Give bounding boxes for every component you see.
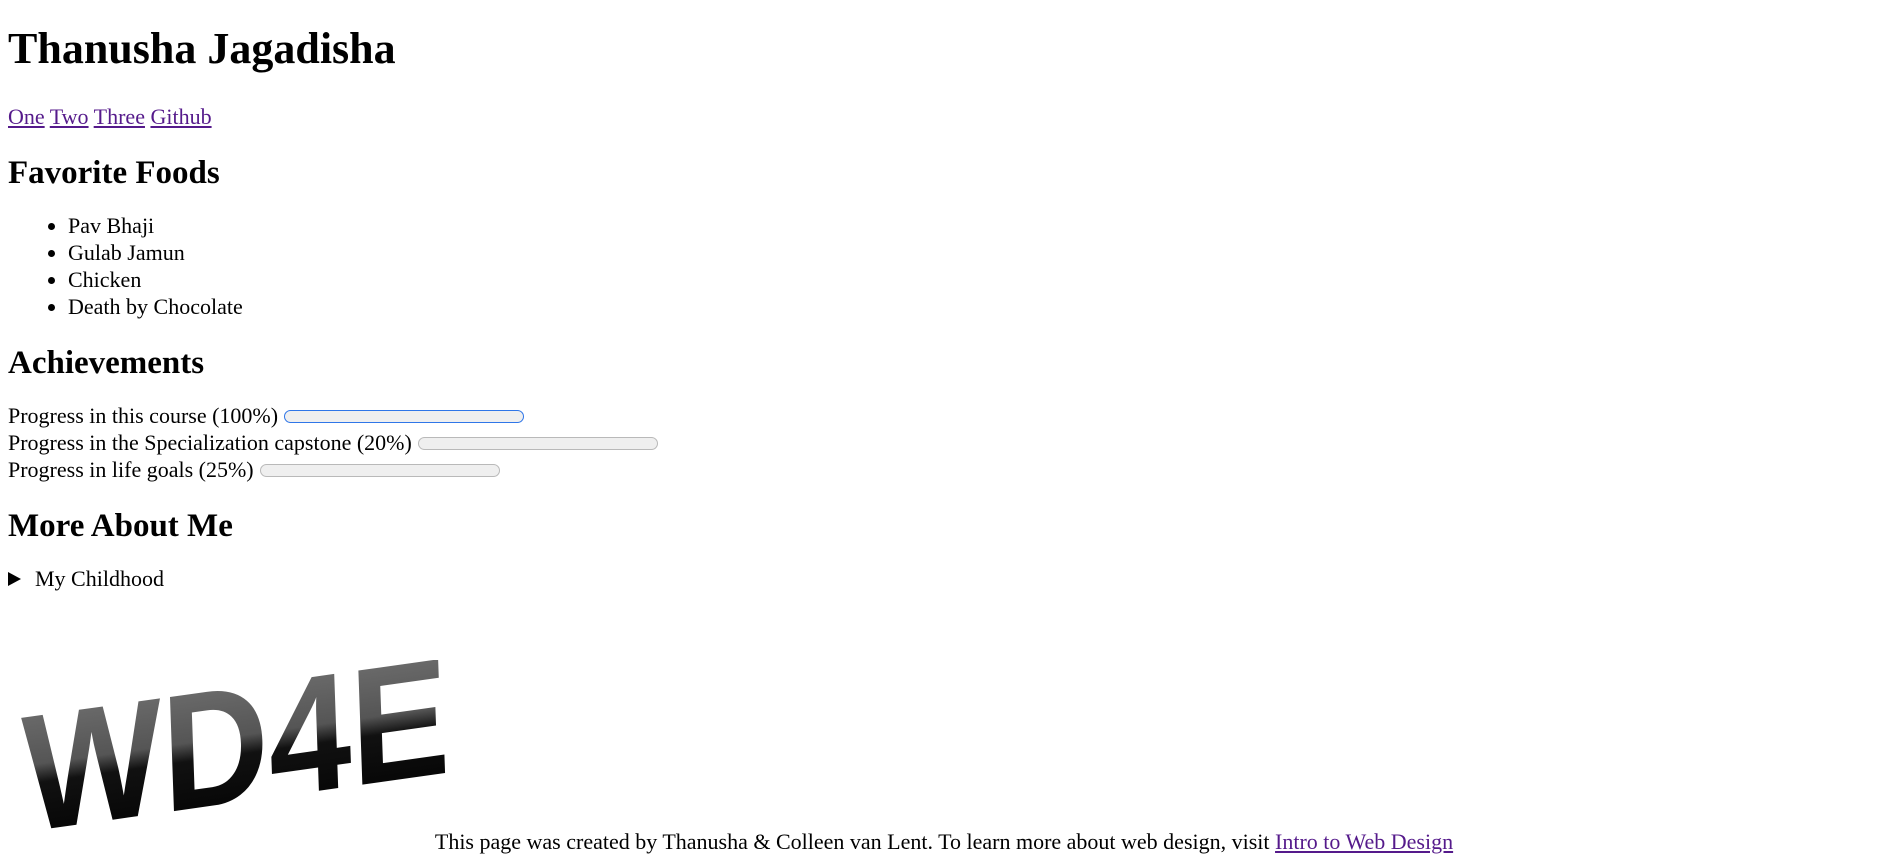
achievement-row: Progress in life goals (25%) (8, 456, 1888, 483)
list-item: Gulab Jamun (68, 239, 1888, 266)
achievement-label: Progress in the Specialization capstone … (8, 430, 412, 455)
achievements-heading: Achievements (8, 345, 205, 381)
footer-text: This page was created by Thanusha & Coll… (434, 829, 1270, 854)
footer-link-intro-web-design[interactable]: Intro to Web Design (1275, 829, 1453, 854)
wd4e-logo: WD4E (20, 660, 452, 850)
childhood-disclosure[interactable]: My Childhood (8, 565, 1888, 592)
achievement-label: Progress in life goals (25%) (8, 457, 254, 482)
logo-text: WD4E (20, 660, 452, 850)
nav-link-two[interactable]: Two (50, 104, 89, 129)
favorite-foods-list: Pav Bhaji Gulab Jamun Chicken Death by C… (8, 212, 1888, 320)
progress-bar (284, 410, 525, 423)
list-item: Pav Bhaji (68, 212, 1888, 239)
disclosure-summary: My Childhood (35, 566, 164, 591)
disclosure-triangle-icon (8, 571, 21, 586)
page-title: Thanusha Jagadisha (8, 24, 396, 73)
more-about-me-heading: More About Me (8, 508, 233, 544)
progress-bar (417, 437, 658, 450)
achievements-list: Progress in this course (100%) Progress … (8, 402, 1888, 483)
list-item: Death by Chocolate (68, 293, 1888, 320)
progress-bar (259, 464, 500, 477)
nav-link-github[interactable]: Github (150, 104, 211, 129)
achievement-row: Progress in this course (100%) (8, 402, 1888, 429)
page: Thanusha Jagadisha One Two Three Github … (0, 0, 1888, 592)
nav-bar: One Two Three Github (8, 103, 1888, 130)
nav-link-three[interactable]: Three (94, 104, 145, 129)
page-footer: This page was created by Thanusha & Coll… (0, 828, 1888, 855)
list-item: Chicken (68, 266, 1888, 293)
achievement-label: Progress in this course (100%) (8, 403, 279, 428)
nav-link-one[interactable]: One (8, 104, 45, 129)
favorite-foods-heading: Favorite Foods (8, 155, 220, 191)
achievement-row: Progress in the Specialization capstone … (8, 429, 1888, 456)
